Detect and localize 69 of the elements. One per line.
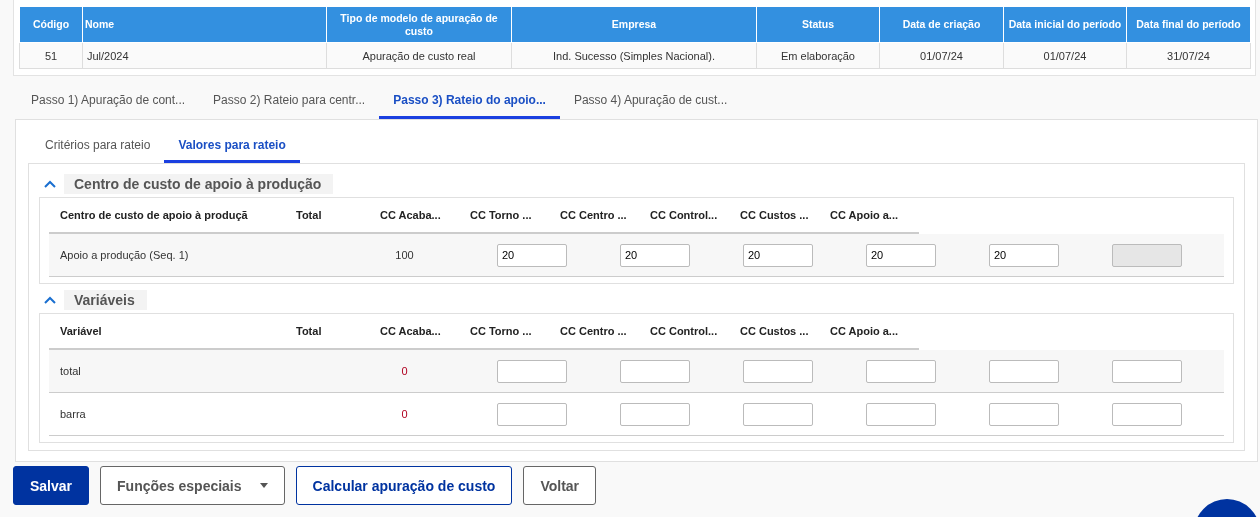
column-header: CC Custos ... bbox=[740, 209, 810, 221]
total-value: 0 bbox=[400, 365, 409, 377]
input-field[interactable] bbox=[743, 402, 813, 426]
chevron-up-icon[interactable] bbox=[44, 180, 56, 188]
column-header: Total bbox=[296, 325, 323, 337]
column-header: CC Custos ... bbox=[740, 325, 810, 337]
table-cell: Apuração de custo real bbox=[326, 42, 512, 69]
column-header: Status bbox=[756, 7, 880, 43]
back-button[interactable]: Voltar bbox=[523, 466, 597, 505]
total-value: 100 bbox=[394, 249, 415, 261]
table-cell: 51 bbox=[19, 42, 83, 69]
chevron-up-icon[interactable] bbox=[44, 296, 56, 304]
input-field[interactable] bbox=[743, 359, 813, 383]
row-label: Apoio a produção (Seq. 1) bbox=[60, 249, 190, 261]
column-header: Nome bbox=[82, 7, 327, 43]
input-field[interactable]: 20 bbox=[497, 243, 567, 267]
column-header: CC Centro ... bbox=[560, 209, 628, 221]
section-title: Variáveis bbox=[64, 290, 147, 310]
column-header: CC Apoio a... bbox=[830, 325, 900, 337]
row-label: total bbox=[60, 365, 82, 377]
column-header: CC Control... bbox=[650, 209, 719, 221]
table-cell: Em elaboração bbox=[756, 42, 880, 69]
total-value: 0 bbox=[400, 408, 409, 420]
table-cell: 31/07/24 bbox=[1126, 42, 1251, 69]
input-field[interactable] bbox=[989, 402, 1059, 426]
tab[interactable]: Valores para rateio bbox=[164, 130, 300, 163]
column-header: CC Control... bbox=[650, 325, 719, 337]
input-field[interactable] bbox=[1112, 359, 1182, 383]
row-label: barra bbox=[60, 408, 87, 420]
table-cell: Ind. Sucesso (Simples Nacional). bbox=[511, 42, 757, 69]
input-field[interactable] bbox=[620, 359, 690, 383]
column-header: CC Acaba... bbox=[380, 325, 442, 337]
input-field[interactable] bbox=[866, 402, 936, 426]
column-header: Empresa bbox=[511, 7, 757, 43]
column-header: Código bbox=[19, 7, 83, 43]
tab[interactable]: Passo 4) Apuração de cust... bbox=[559, 84, 742, 119]
column-header: Centro de custo de apoio à produçã bbox=[60, 209, 249, 221]
column-header: Data final do período bbox=[1126, 7, 1251, 43]
column-header: CC Torno ... bbox=[470, 325, 533, 337]
column-header: CC Torno ... bbox=[470, 209, 533, 221]
input-field[interactable] bbox=[497, 402, 567, 426]
table-cell: 01/07/24 bbox=[879, 42, 1004, 69]
input-field[interactable]: 20 bbox=[620, 243, 690, 267]
column-header: Total bbox=[296, 209, 323, 221]
dropdown-button[interactable]: Funções especiais bbox=[100, 466, 285, 505]
input-field[interactable] bbox=[989, 359, 1059, 383]
section-title: Centro de custo de apoio à produção bbox=[64, 174, 334, 194]
column-header: CC Centro ... bbox=[560, 325, 628, 337]
column-header: Tipo de modelo de apuração de custo bbox=[326, 7, 512, 43]
tab[interactable]: Passo 1) Apuração de cont... bbox=[17, 84, 200, 119]
input-field[interactable] bbox=[497, 359, 567, 383]
calculate-button[interactable]: Calcular apuração de custo bbox=[295, 466, 513, 505]
tab[interactable]: Critérios para rateio bbox=[31, 130, 165, 163]
column-header: CC Apoio a... bbox=[830, 209, 900, 221]
input-field[interactable]: 20 bbox=[989, 243, 1059, 267]
column-header: Data inicial do período bbox=[1003, 7, 1127, 43]
column-header: Data de criação bbox=[879, 7, 1004, 43]
input-field[interactable] bbox=[620, 402, 690, 426]
column-header: Variável bbox=[60, 325, 103, 337]
caret-icon bbox=[259, 483, 268, 488]
tab[interactable]: Passo 2) Rateio para centr... bbox=[199, 84, 380, 119]
input-field[interactable]: 20 bbox=[866, 243, 936, 267]
input-field[interactable] bbox=[866, 359, 936, 383]
save-button[interactable]: Salvar bbox=[13, 466, 90, 505]
table-cell: Jul/2024 bbox=[82, 42, 327, 69]
input-field[interactable] bbox=[1112, 402, 1182, 426]
column-header: CC Acaba... bbox=[380, 209, 442, 221]
input-field[interactable]: 20 bbox=[743, 243, 813, 267]
table-cell: 01/07/24 bbox=[1003, 42, 1127, 69]
